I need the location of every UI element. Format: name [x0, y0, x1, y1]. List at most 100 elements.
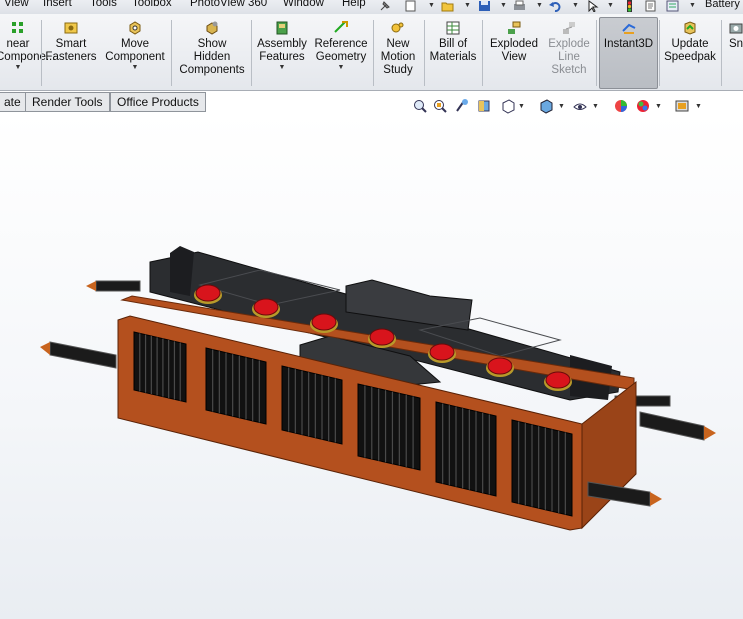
- display-style-icon[interactable]: [538, 98, 554, 114]
- move-component-icon: [129, 21, 141, 35]
- chevron-down-icon[interactable]: ▼: [695, 103, 702, 110]
- chevron-down-icon[interactable]: ▼: [0, 64, 40, 72]
- battery-pack-model[interactable]: [0, 113, 743, 619]
- zoom-to-fit-icon[interactable]: [412, 98, 428, 114]
- rod-back-left: [86, 280, 141, 292]
- chevron-down-icon[interactable]: ▼: [592, 103, 599, 110]
- section-view-icon[interactable]: [476, 98, 492, 114]
- tab-evaluate[interactable]: ate: [0, 92, 27, 112]
- cell-bay: [133, 331, 187, 403]
- menu-tools[interactable]: Tools: [90, 0, 117, 9]
- chevron-down-icon[interactable]: ▼: [102, 64, 168, 72]
- reference-geometry-button[interactable]: Reference Geometry ▼: [312, 18, 370, 88]
- linear-pattern-icon: [12, 22, 23, 33]
- chevron-down-icon[interactable]: ▼: [500, 2, 507, 9]
- instant3d-button[interactable]: Instant3D: [599, 17, 658, 89]
- chevron-down-icon[interactable]: ▼: [572, 2, 579, 9]
- instant3d-icon: [621, 23, 635, 34]
- menu-insert[interactable]: Insert: [43, 0, 72, 9]
- tab-render-tools[interactable]: Render Tools: [25, 92, 110, 112]
- terminal-cap[interactable]: [253, 298, 279, 316]
- reference-geometry-icon: [334, 21, 348, 33]
- chevron-down-icon[interactable]: ▼: [254, 64, 310, 72]
- separator: [41, 20, 42, 86]
- rod-front-right-top: [639, 411, 716, 441]
- separator: [251, 20, 252, 86]
- cell-bay: [205, 347, 267, 425]
- edit-appearance-icon[interactable]: [613, 98, 629, 114]
- terminal-cap[interactable]: [545, 371, 571, 389]
- explode-line-sketch-button[interactable]: Explode Line Sketch: [543, 18, 595, 88]
- snapshot-icon: [729, 23, 743, 34]
- chevron-down-icon[interactable]: ▼: [558, 103, 565, 110]
- open-folder-icon[interactable]: [441, 0, 454, 12]
- terminal-cap[interactable]: [487, 357, 513, 375]
- command-manager: near Compone... ▼ Smart Fasteners Move C…: [0, 14, 743, 91]
- zoom-to-area-icon[interactable]: [432, 98, 448, 114]
- bill-of-materials-button[interactable]: Bill of Materials: [426, 18, 480, 88]
- bill-of-materials-icon: [446, 21, 460, 35]
- document-title: Battery: [705, 0, 740, 10]
- separator: [482, 20, 483, 86]
- chevron-down-icon[interactable]: ▼: [518, 103, 525, 110]
- menu-help[interactable]: Help: [342, 0, 366, 9]
- exploded-view-icon: [508, 21, 521, 34]
- update-speedpak-button[interactable]: Update Speedpak: [661, 18, 719, 88]
- view-orientation-icon[interactable]: [500, 98, 516, 114]
- chevron-down-icon[interactable]: ▼: [312, 64, 370, 72]
- options-icon[interactable]: [666, 0, 679, 12]
- chevron-down-icon[interactable]: ▼: [655, 103, 662, 110]
- chevron-down-icon[interactable]: ▼: [536, 2, 543, 9]
- separator: [373, 20, 374, 86]
- pin-icon[interactable]: [378, 0, 391, 12]
- chevron-down-icon[interactable]: ▼: [607, 2, 614, 9]
- separator: [171, 20, 172, 86]
- assembly-features-button[interactable]: Assembly Features ▼: [254, 18, 310, 88]
- terminal-cap[interactable]: [195, 284, 221, 302]
- view-settings-icon[interactable]: [674, 98, 690, 114]
- chevron-down-icon[interactable]: ▼: [464, 2, 471, 9]
- tab-office-products[interactable]: Office Products: [110, 92, 206, 112]
- show-hidden-icon: [206, 21, 218, 35]
- file-properties-icon[interactable]: [644, 0, 657, 12]
- chevron-down-icon[interactable]: ▼: [428, 2, 435, 9]
- snapshot-button[interactable]: Sn: [724, 18, 743, 88]
- rebuild-icon[interactable]: [623, 0, 636, 12]
- undo-icon[interactable]: [549, 0, 562, 12]
- cell-bay: [435, 401, 497, 497]
- graphics-area[interactable]: [0, 113, 743, 619]
- speedpak-icon: [684, 21, 696, 35]
- new-document-icon[interactable]: [404, 0, 417, 12]
- menu-photoview[interactable]: PhotoView 360: [190, 0, 267, 9]
- hide-show-items-icon[interactable]: [572, 98, 588, 114]
- previous-view-icon[interactable]: [454, 98, 470, 114]
- terminal-cap[interactable]: [311, 313, 337, 331]
- separator: [721, 20, 722, 86]
- print-icon[interactable]: [513, 0, 526, 12]
- select-pointer-icon[interactable]: [586, 0, 599, 12]
- menu-window[interactable]: Window: [283, 0, 324, 9]
- chevron-down-icon[interactable]: ▼: [689, 2, 696, 9]
- terminal-cap[interactable]: [369, 328, 395, 346]
- separator: [424, 20, 425, 86]
- separator: [659, 20, 660, 86]
- apply-scene-icon[interactable]: [635, 98, 651, 114]
- explode-line-sketch-icon: [563, 22, 575, 34]
- new-motion-study-button[interactable]: New Motion Study: [375, 18, 421, 88]
- cell-bay: [357, 383, 421, 471]
- smart-fasteners-button[interactable]: Smart Fasteners: [44, 18, 98, 88]
- assembly-features-icon: [276, 21, 288, 35]
- cell-bay: [511, 419, 573, 517]
- move-component-button[interactable]: Move Component ▼: [102, 18, 168, 88]
- menu-toolbox[interactable]: Toolbox: [132, 0, 172, 9]
- terminal-cap[interactable]: [429, 343, 455, 361]
- separator: [596, 20, 597, 86]
- exploded-view-button[interactable]: Exploded View: [485, 18, 543, 88]
- smart-fasteners-icon: [64, 22, 78, 34]
- menu-view[interactable]: View: [4, 0, 29, 9]
- show-hidden-components-button[interactable]: Show Hidden Components: [174, 18, 250, 88]
- cell-bay: [281, 365, 343, 445]
- save-icon[interactable]: [478, 0, 491, 12]
- linear-component-pattern-button[interactable]: near Compone... ▼: [0, 18, 55, 88]
- rod-front-left: [40, 341, 117, 369]
